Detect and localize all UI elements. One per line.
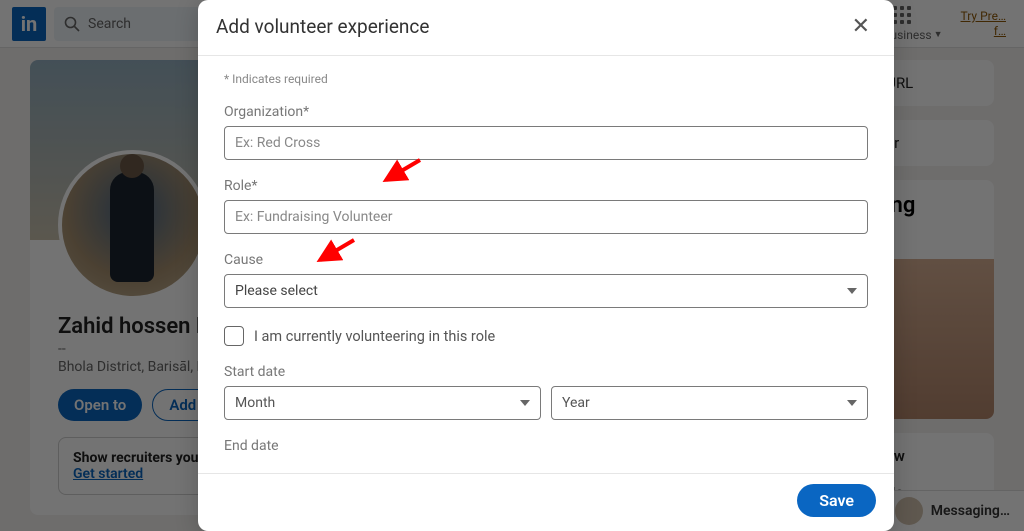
current-label: I am currently volunteering in this role bbox=[254, 328, 495, 345]
current-checkbox[interactable] bbox=[224, 326, 244, 346]
save-button[interactable]: Save bbox=[797, 484, 876, 517]
modal-footer: Save bbox=[198, 473, 894, 531]
modal-header: Add volunteer experience ✕ bbox=[198, 0, 894, 56]
start-month-value: Month bbox=[235, 395, 275, 411]
chevron-down-icon bbox=[847, 288, 857, 294]
cause-label: Cause bbox=[224, 252, 868, 268]
role-input[interactable] bbox=[224, 200, 868, 234]
role-label: Role* bbox=[224, 178, 868, 194]
end-date-label: End date bbox=[224, 438, 868, 454]
start-year-select[interactable]: Year bbox=[551, 386, 868, 420]
org-label: Organization* bbox=[224, 104, 868, 120]
modal-body[interactable]: * Indicates required Organization* Role*… bbox=[198, 56, 894, 473]
chevron-down-icon bbox=[520, 400, 530, 406]
add-volunteer-modal: Add volunteer experience ✕ * Indicates r… bbox=[198, 0, 894, 531]
cause-selected: Please select bbox=[235, 283, 318, 299]
modal-title: Add volunteer experience bbox=[216, 15, 429, 38]
start-date-label: Start date bbox=[224, 364, 868, 380]
start-month-select[interactable]: Month bbox=[224, 386, 541, 420]
organization-input[interactable] bbox=[224, 126, 868, 160]
start-year-value: Year bbox=[562, 395, 590, 411]
chevron-down-icon bbox=[847, 400, 857, 406]
close-icon[interactable]: ✕ bbox=[846, 12, 876, 41]
cause-select[interactable]: Please select bbox=[224, 274, 868, 308]
required-note: * Indicates required bbox=[224, 72, 868, 86]
